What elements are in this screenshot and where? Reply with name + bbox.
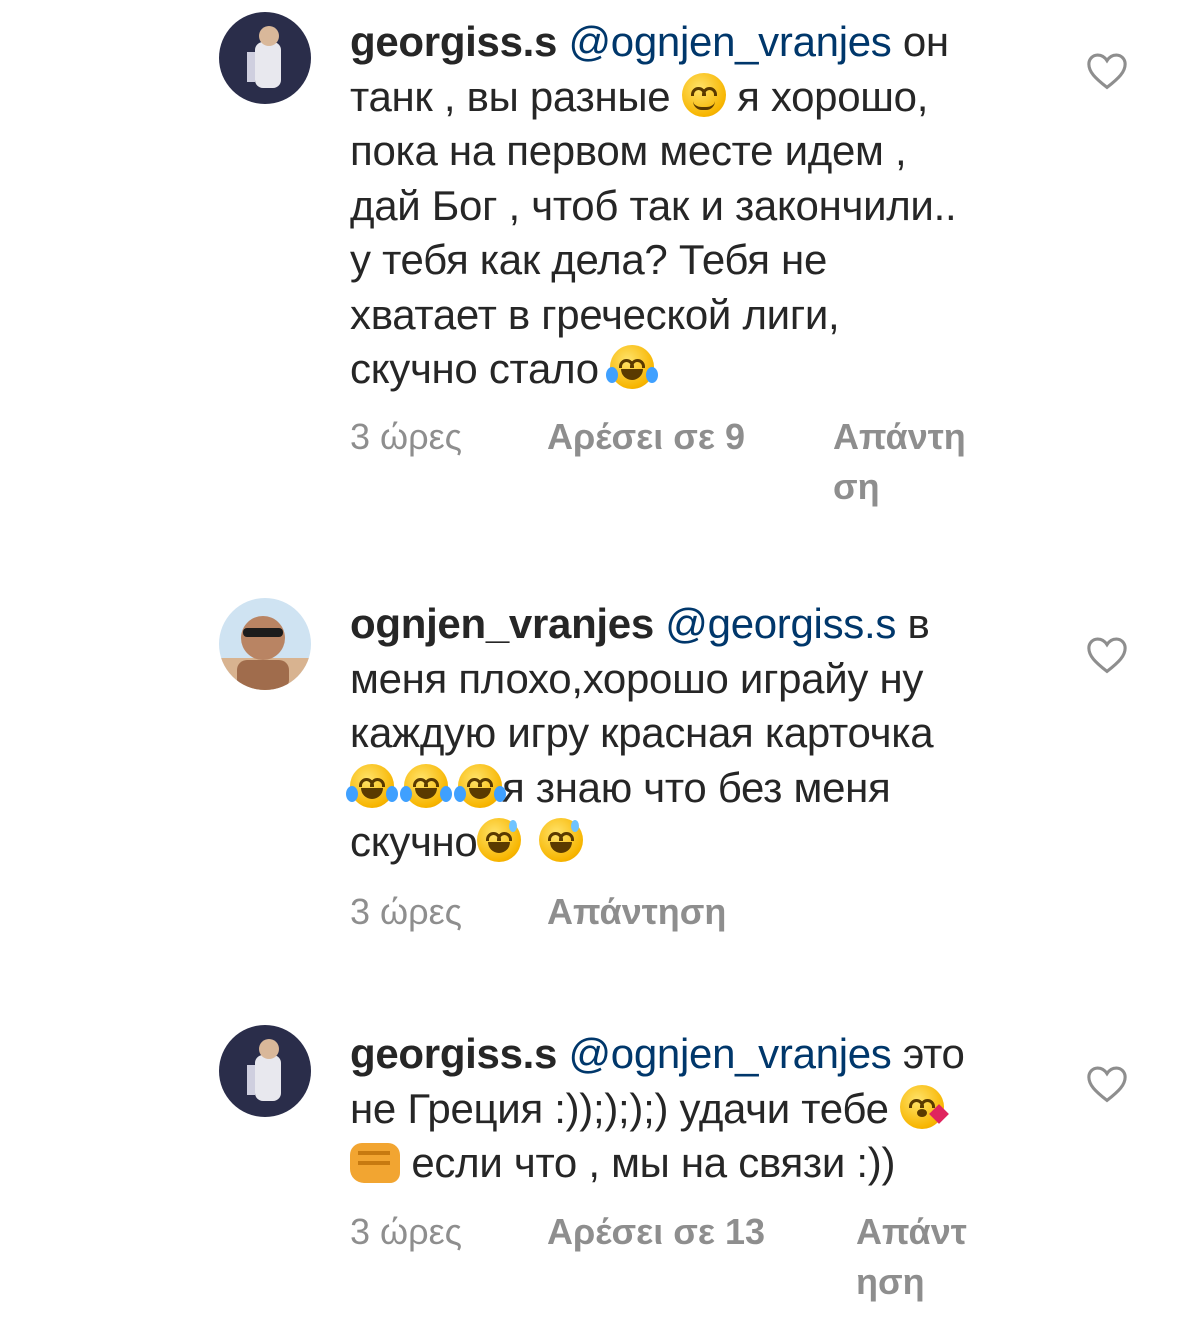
comment-line: пока на первом месте идем , xyxy=(350,127,907,174)
comment-line: я знаю что без меня xyxy=(502,763,891,811)
tears-of-joy-icon xyxy=(400,763,452,808)
comment-line: танк , вы разные xyxy=(350,72,671,120)
comment-reply-button[interactable]: Απάντηση xyxy=(833,412,983,512)
comment-line: я хорошо, xyxy=(737,72,929,120)
comment-line: скучно xyxy=(350,818,478,865)
comment-likes-button[interactable]: Αρέσει σε 9 xyxy=(547,412,745,462)
comment-username[interactable]: ognjen_vranjes xyxy=(350,600,654,647)
comment-line: не Греция :));););) удачи тебе xyxy=(350,1084,889,1132)
comment-text: georgiss.s @ognjen_vranjes это не Греция… xyxy=(350,1027,1050,1191)
comment-text: georgiss.s @ognjen_vranjes он танк , вы … xyxy=(350,15,1050,397)
comment-meta: 3 ώρες Αρέσει σε 13 Απάντηση xyxy=(350,1207,990,1307)
face-blowing-kiss-icon xyxy=(900,1084,949,1129)
heart-like-icon[interactable] xyxy=(1086,636,1128,674)
comment-line: меня плохо,хорошо играйу ну xyxy=(350,654,924,702)
comment-text: ognjen_vranjes @georgiss.s в меня плохо,… xyxy=(346,597,1050,870)
heart-like-icon[interactable] xyxy=(1086,52,1128,90)
comment-mention[interactable]: @ognjen_vranjes xyxy=(568,1030,891,1077)
comment-line: каждую игру красная карточка xyxy=(350,709,934,756)
comment-reply-button[interactable]: Απάντηση xyxy=(856,1207,981,1307)
avatar[interactable] xyxy=(219,12,311,104)
heart-like-icon[interactable] xyxy=(1086,1065,1128,1103)
comment-time: 3 ώρες xyxy=(350,891,463,932)
avatar[interactable] xyxy=(219,598,311,690)
comment-line: это xyxy=(902,1030,965,1077)
grinning-sweat-icon xyxy=(538,818,583,862)
comment-username[interactable]: georgiss.s xyxy=(350,18,557,65)
comment-line: он xyxy=(902,18,949,65)
tears-of-joy-icon xyxy=(454,763,506,808)
avatar[interactable] xyxy=(219,1025,311,1117)
comment-line: у тебя как дела? Тебя не xyxy=(350,236,828,283)
comment-mention[interactable]: @ognjen_vranjes xyxy=(568,18,891,65)
comment-time: 3 ώρες xyxy=(350,416,463,457)
comment-time: 3 ώρες xyxy=(350,1211,463,1252)
tears-of-joy-icon xyxy=(606,345,659,389)
comment-line: если что , мы на связи :)) xyxy=(411,1139,896,1186)
comment-line: дай Бог , чтоб так и закончили.. xyxy=(350,181,957,229)
comment-likes-button[interactable]: Αρέσει σε 13 xyxy=(547,1207,765,1257)
tears-of-joy-icon xyxy=(346,763,398,808)
comment-line: скучно стало xyxy=(350,345,599,392)
comment-line: в xyxy=(907,600,930,647)
comment-username[interactable]: georgiss.s xyxy=(350,1030,557,1077)
fist-icon xyxy=(350,1143,400,1183)
comment-reply-button[interactable]: Απάντηση xyxy=(547,887,726,937)
comment-line: хватает в греческой лиги, xyxy=(350,290,840,338)
comment-meta: 3 ώρες Απάντηση xyxy=(350,887,990,937)
grinning-sweat-icon xyxy=(477,818,522,862)
smiling-face-icon xyxy=(681,72,726,117)
comment-meta: 3 ώρες Αρέσει σε 9 Απάντηση xyxy=(350,412,990,512)
comment-mention[interactable]: @georgiss.s xyxy=(665,600,896,647)
